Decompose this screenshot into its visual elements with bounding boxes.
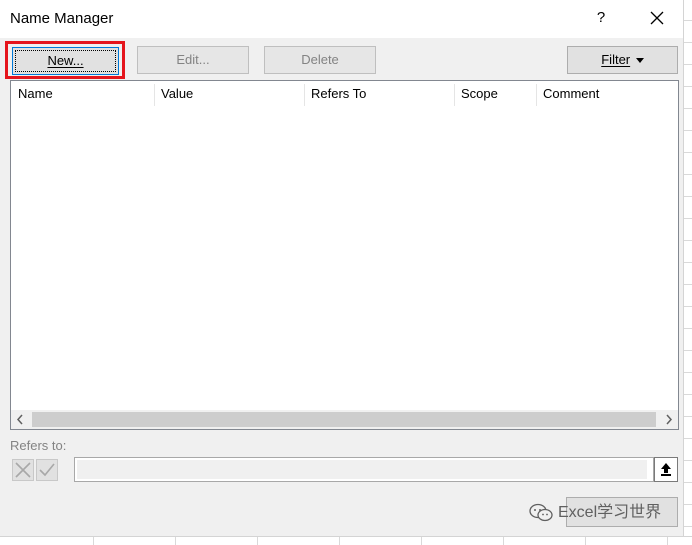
cancel-x-icon[interactable] (12, 459, 34, 481)
watermark: Excel学习世界 (528, 501, 661, 525)
column-header-scope[interactable]: Scope (454, 81, 536, 107)
refers-to-field[interactable] (74, 457, 654, 482)
confirm-check-icon[interactable] (36, 459, 58, 481)
column-header-name[interactable]: Name (11, 81, 154, 107)
scrollbar-thumb[interactable] (32, 412, 656, 427)
edit-button-label: Edit... (176, 52, 210, 67)
column-header-refers-to[interactable]: Refers To (304, 81, 454, 107)
dropdown-arrow-icon (635, 58, 644, 64)
names-list[interactable]: Name Value Refers To Scope Comment (10, 80, 679, 430)
wechat-icon (529, 503, 553, 521)
name-manager-dialog: Name Manager ? New... Edit... Delete Fil… (0, 0, 683, 536)
column-header-comment[interactable]: Comment (536, 81, 678, 107)
dialog-title: Name Manager (10, 10, 114, 27)
scroll-left-icon[interactable] (11, 410, 30, 429)
refers-to-label: Refers to: (10, 438, 67, 453)
edit-button[interactable]: Edit... (137, 46, 249, 74)
horizontal-scrollbar[interactable] (11, 410, 678, 429)
title-bar: Name Manager ? (0, 0, 683, 38)
help-icon[interactable]: ? (588, 4, 614, 32)
refers-to-value (77, 460, 647, 479)
collapse-dialog-icon[interactable] (654, 457, 678, 482)
filter-button-label: Filter (601, 52, 631, 67)
delete-button[interactable]: Delete (264, 46, 376, 74)
highlight-annotation (5, 41, 125, 79)
close-icon[interactable] (643, 4, 671, 32)
delete-button-label: Delete (301, 52, 339, 67)
column-header-value[interactable]: Value (154, 81, 304, 107)
watermark-text: Excel学习世界 (558, 504, 662, 521)
sheet-grid-right (683, 0, 692, 544)
filter-button[interactable]: Filter (567, 46, 678, 74)
scroll-right-icon[interactable] (659, 410, 678, 429)
